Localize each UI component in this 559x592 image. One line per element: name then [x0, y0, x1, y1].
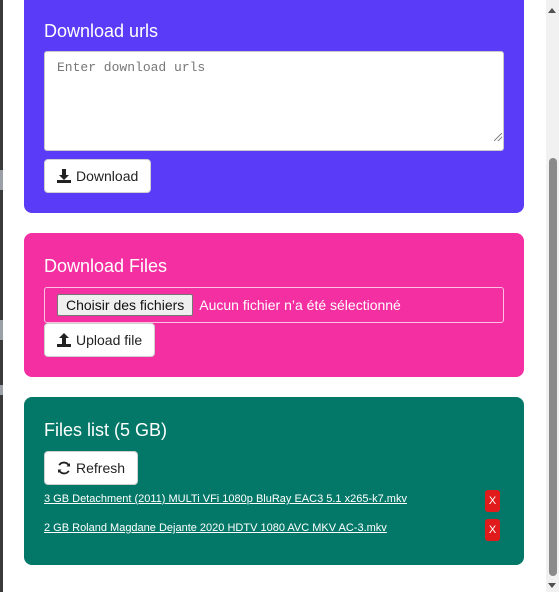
file-list-item: 3 GB Detachment (2011) MULTi VFi 1080p B…	[44, 490, 504, 512]
download-button[interactable]: Download	[44, 159, 152, 193]
file-link[interactable]: 2 GB Roland Magdane Dejante 2020 HDTV 10…	[44, 522, 387, 534]
edge-mark	[0, 320, 3, 340]
upload-file-button-label: Upload file	[76, 332, 143, 348]
file-link[interactable]: 3 GB Detachment (2011) MULTi VFi 1080p B…	[44, 493, 407, 505]
scrollbar-thumb[interactable]	[549, 158, 557, 576]
edge-mark	[0, 170, 3, 190]
download-files-card: Download Files Choisir des fichiers Aucu…	[24, 233, 524, 377]
refresh-icon	[58, 461, 70, 475]
scroll-up-arrow-icon[interactable]	[548, 8, 556, 13]
vertical-scrollbar[interactable]	[546, 0, 559, 592]
scroll-down-arrow-icon[interactable]	[548, 583, 556, 588]
upload-file-button[interactable]: Upload file	[44, 323, 156, 357]
download-urls-card: Download urls Download	[24, 0, 524, 213]
files-list-title: Files list (5 GB)	[44, 420, 168, 440]
choose-files-button[interactable]: Choisir des fichiers	[57, 294, 194, 316]
files-list-card: Files list (5 GB) Refresh 3 GB Detachmen…	[24, 397, 524, 565]
file-status-text: Aucun fichier n’a été sélectionné	[199, 297, 401, 313]
refresh-button[interactable]: Refresh	[44, 451, 139, 485]
download-urls-input[interactable]	[44, 51, 504, 151]
download-icon	[57, 169, 71, 183]
upload-icon	[57, 333, 71, 347]
refresh-button-label: Refresh	[76, 460, 126, 476]
resize-grip-icon[interactable]	[494, 133, 502, 141]
download-urls-title: Download urls	[44, 21, 159, 41]
delete-file-button[interactable]: X	[485, 490, 500, 512]
download-files-title: Download Files	[44, 256, 168, 276]
file-input[interactable]: Choisir des fichiers Aucun fichier n’a é…	[44, 287, 504, 323]
file-list-item: 2 GB Roland Magdane Dejante 2020 HDTV 10…	[44, 519, 504, 541]
download-button-label: Download	[76, 168, 139, 184]
edge-mark	[0, 385, 3, 395]
delete-file-button[interactable]: X	[485, 519, 500, 541]
left-window-edge	[0, 0, 3, 592]
